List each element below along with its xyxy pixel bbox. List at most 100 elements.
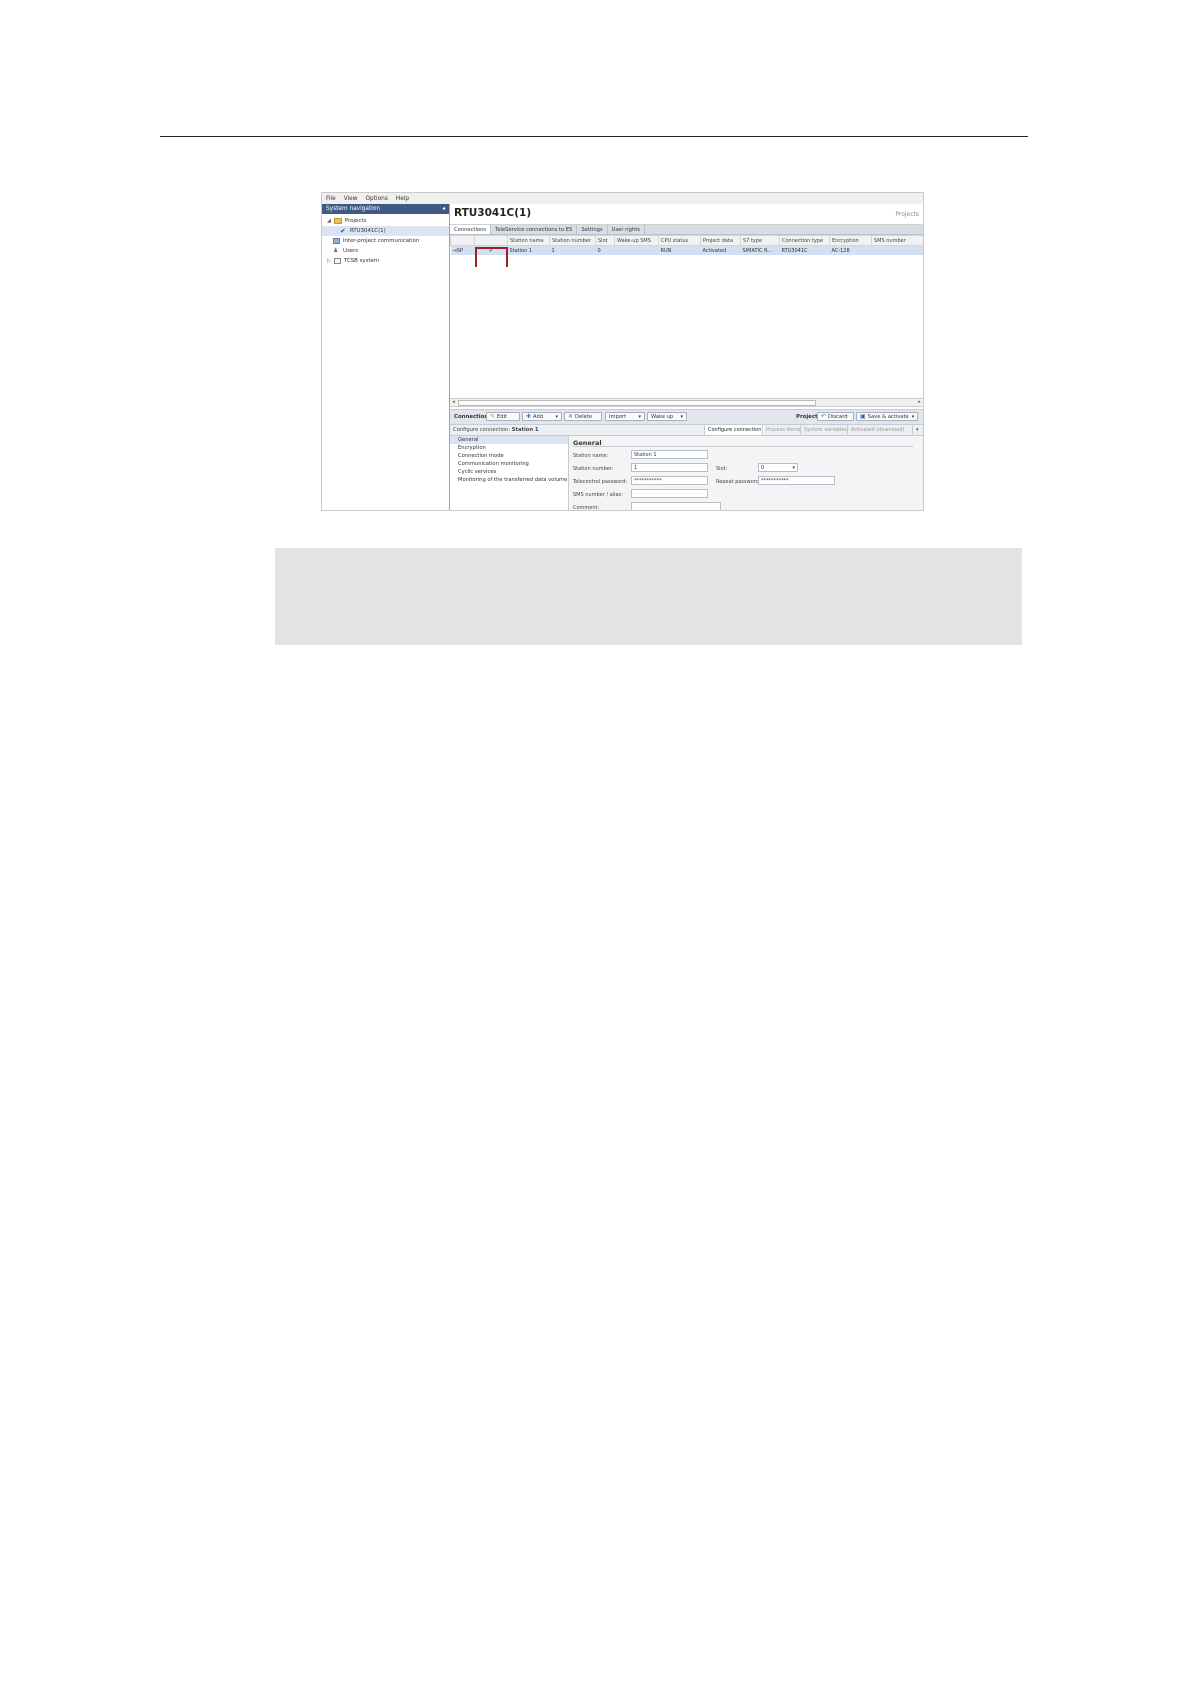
scrollbar-thumb[interactable]	[458, 400, 816, 406]
cell-project-data: Activated	[700, 245, 741, 255]
telecontrol-password-field[interactable]: ***********	[631, 476, 708, 485]
comment-field[interactable]	[631, 502, 721, 510]
sidebar-title: System navigation	[326, 206, 381, 212]
grid-icon	[333, 238, 340, 244]
tree-item-label: Users	[343, 248, 359, 254]
edit-label: Edit	[497, 413, 508, 420]
tree-item-inter-project[interactable]: Inter-project communication	[322, 236, 449, 246]
pencil-icon: ✎	[490, 412, 496, 420]
import-button[interactable]: Import ▾	[605, 412, 645, 421]
row-state: ⇥SP	[450, 245, 475, 255]
slot-select[interactable]: 0 ▾	[758, 463, 798, 472]
delete-button[interactable]: ✕ Delete	[564, 412, 602, 421]
collapse-icon[interactable]: ◂	[442, 206, 445, 212]
menu-file[interactable]: File	[322, 196, 340, 202]
scroll-left-icon[interactable]: ◂	[450, 399, 457, 406]
cell-encryption: AC-128	[829, 245, 872, 255]
column-header[interactable]: Station number	[549, 235, 596, 246]
tab-activated-download[interactable]: Activated (download)	[847, 425, 907, 435]
delete-icon: ✕	[568, 412, 574, 420]
import-label: Import	[609, 413, 627, 420]
telecontrol-password-label: Telecontrol password:	[573, 479, 628, 485]
wake-up-button[interactable]: Wake up ▾	[647, 412, 687, 421]
nav-item-data-volume[interactable]: Monitoring of the transferred data volum…	[450, 476, 568, 484]
project-label: Project	[796, 414, 818, 420]
column-header[interactable]: SMS number	[871, 235, 923, 246]
column-header[interactable]: Project data	[700, 235, 741, 246]
column-header[interactable]: Encryption	[829, 235, 872, 246]
cell-station-number: 1	[549, 245, 596, 255]
add-button[interactable]: ✚ Add ▾	[522, 412, 562, 421]
chevron-down-icon[interactable]: ▾	[909, 414, 915, 420]
add-label: Add	[533, 413, 544, 420]
cell-cpu-status: RUN	[658, 245, 701, 255]
column-header[interactable]: Wake-up SMS	[614, 235, 659, 246]
nav-item-communication-monitoring[interactable]: Communication monitoring	[450, 460, 568, 468]
breadcrumb[interactable]: Projects	[895, 211, 919, 218]
expand-icon[interactable]: ▷	[327, 258, 333, 264]
table-row[interactable]: ⇥SP ✔ Station 1 1 0 RUN Activated SIMATI…	[450, 245, 923, 255]
comment-label: Comment:	[573, 505, 600, 511]
tree-item-label: RTU3041C(1)	[350, 228, 386, 234]
nav-item-cyclic-services[interactable]: Cyclic services	[450, 468, 568, 476]
sms-number-field[interactable]	[631, 489, 708, 498]
station-number-field[interactable]: 1	[631, 463, 708, 472]
column-header[interactable]	[474, 235, 508, 246]
navigation-tree: ◢ Projects ✔ RTU3041C(1) Inter-project c…	[322, 214, 449, 266]
section-divider	[573, 446, 913, 447]
note-box	[275, 548, 1022, 645]
nav-item-general[interactable]: General	[450, 436, 568, 444]
folder-icon	[334, 218, 342, 224]
tab-configure-connection[interactable]: Configure connection	[704, 425, 765, 435]
repeat-password-field[interactable]: ***********	[758, 476, 835, 485]
page-header-rule	[160, 136, 1028, 137]
chevron-down-icon[interactable]: ▾	[552, 414, 558, 420]
cell-connection-type: RTU3041C	[779, 245, 830, 255]
check-icon: ✔	[340, 226, 346, 235]
column-header[interactable]: Slot	[595, 235, 615, 246]
column-header[interactable]: Station name	[507, 235, 550, 246]
tree-item-users[interactable]: ♟ Users	[322, 246, 449, 256]
column-header[interactable]: S7 type	[740, 235, 780, 246]
configure-title: Configure connection: Station 1	[453, 427, 538, 433]
cell-s7-type: SIMATIC R...	[740, 245, 780, 255]
chevron-down-icon[interactable]: ▾	[635, 414, 641, 420]
horizontal-scrollbar[interactable]: ◂ ▸	[450, 398, 923, 407]
column-header[interactable]	[450, 235, 475, 246]
scroll-right-icon[interactable]: ▸	[916, 399, 923, 406]
nav-item-encryption[interactable]: Encryption	[450, 444, 568, 452]
edit-button[interactable]: ✎ Edit	[486, 412, 520, 421]
column-header[interactable]: Connection type	[779, 235, 830, 246]
save-activate-button[interactable]: ▣ Save & activate ▾	[856, 412, 918, 421]
tab-connections[interactable]: Connections	[450, 225, 492, 234]
tab-settings[interactable]: Settings	[577, 225, 608, 234]
tree-item-tcsb-system[interactable]: ▷ TCSB system	[322, 256, 449, 266]
system-navigation: System navigation ◂ ◢ Projects ✔ RTU3041…	[322, 204, 450, 510]
expand-icon[interactable]: ◢	[327, 218, 333, 224]
discard-button[interactable]: ↶ Discard	[817, 412, 854, 421]
column-header[interactable]: CPU status	[658, 235, 701, 246]
slot-value: 0	[761, 464, 765, 471]
tab-process-items[interactable]: Process items	[762, 425, 803, 435]
menu-help[interactable]: Help	[392, 196, 413, 202]
tree-item-rtu3041c[interactable]: ✔ RTU3041C(1)	[322, 226, 449, 236]
tree-item-label: TCSB system	[344, 258, 380, 264]
chevron-down-icon[interactable]: ▾	[792, 465, 795, 471]
users-icon: ♟	[333, 247, 339, 254]
chevron-down-icon[interactable]: ▾	[912, 425, 922, 435]
undo-icon: ↶	[821, 412, 827, 420]
discard-label: Discard	[828, 413, 848, 420]
menu-view[interactable]: View	[340, 196, 362, 202]
station-name-field[interactable]: Station 1	[631, 450, 708, 459]
menu-options[interactable]: Options	[361, 196, 391, 202]
tree-item-projects[interactable]: ◢ Projects	[322, 216, 449, 226]
nav-item-connection-mode[interactable]: Connection mode	[450, 452, 568, 460]
general-form: General Station name: Station 1 Station …	[569, 436, 923, 510]
tab-user-rights[interactable]: User rights	[608, 225, 646, 234]
tab-teleservice[interactable]: TeleService connections to ES	[491, 225, 578, 234]
tab-system-variables[interactable]: System variables	[800, 425, 850, 435]
chevron-down-icon[interactable]: ▾	[677, 414, 683, 420]
main-tabs: Connections TeleService connections to E…	[450, 225, 923, 235]
table-header: Station name Station number Slot Wake-up…	[450, 235, 923, 246]
connections-table: Station name Station number Slot Wake-up…	[450, 235, 923, 255]
